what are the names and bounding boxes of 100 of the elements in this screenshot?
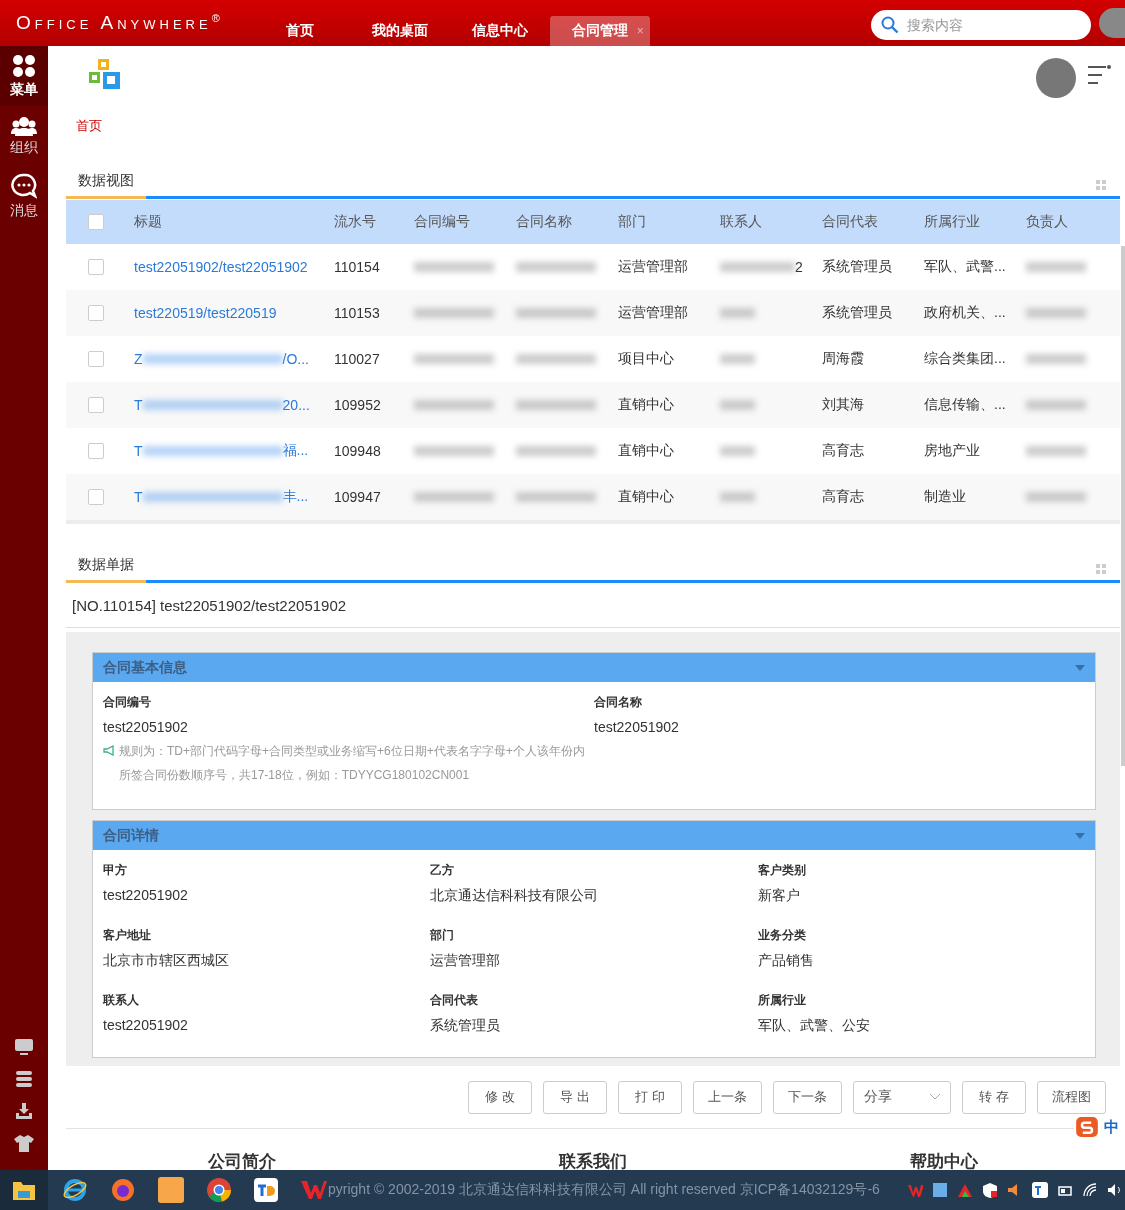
sidebar-item[interactable]: 消息 [0,166,48,226]
app-icon[interactable] [254,1178,278,1202]
scrollbar[interactable] [1121,246,1125,766]
footer-link[interactable]: 公司简介 [66,1149,418,1170]
blurred-text [720,492,755,502]
avatar [1099,8,1125,38]
shield-tray-icon[interactable] [982,1182,998,1198]
megaphone-icon [103,745,115,756]
share-dropdown[interactable]: 分享 [853,1080,951,1114]
footer-link[interactable]: 联系我们 [417,1149,769,1170]
shirt-icon[interactable] [14,1134,34,1152]
browser-icon[interactable] [62,1177,88,1203]
checkbox[interactable] [88,489,104,505]
nav-tab[interactable]: 合同管理 × [549,16,650,46]
industry-text: 军队、武警... [924,258,1007,276]
column-header[interactable]: 合同名称 [516,213,618,231]
title-link[interactable]: test22051902/test22051902 [134,259,308,275]
people-icon [11,115,37,136]
checkbox[interactable] [88,351,104,367]
action-button[interactable]: 下一条 [773,1080,842,1114]
office-app-icon[interactable] [300,1179,328,1201]
checkbox[interactable] [88,397,104,413]
column-header[interactable]: 所属行业 [924,213,1026,231]
section-title: 数据视图 [78,172,134,190]
field-value: 军队、武警、公安 [757,1017,871,1035]
serial-number: 110154 [334,259,381,275]
nav-tab[interactable]: 我的桌面 [349,16,450,46]
checkbox[interactable] [88,305,104,321]
representative-text: 系统管理员 [822,304,893,322]
action-button[interactable]: 打 印 [618,1080,682,1114]
wps-tray-icon[interactable] [907,1182,923,1198]
industry-text: 政府机关、... [924,304,1007,322]
title-link-start[interactable]: Z [134,351,143,367]
field-label: 部门 [430,927,456,944]
triangle-tray-icon[interactable] [957,1182,973,1198]
title-link-end[interactable]: 丰... [282,488,309,506]
section-title: 数据单据 [78,556,134,574]
checkbox[interactable] [88,259,104,275]
column-header[interactable]: 流水号 [334,213,414,231]
stack-icon[interactable] [15,1070,33,1088]
download-icon[interactable] [15,1102,33,1120]
checkbox[interactable] [88,214,104,230]
checkbox[interactable] [88,443,104,459]
footer-link[interactable]: 帮助中心 [768,1149,1120,1170]
field-value: test22051902 [594,719,680,735]
column-header[interactable]: 合同代表 [822,213,924,231]
department-text: 直销中心 [618,488,675,506]
chat-icon [11,172,37,199]
blurred-text [1026,446,1086,456]
field-value: test22051902 [103,1017,189,1033]
folder-icon[interactable] [12,1179,36,1201]
sidebar-item[interactable]: 组织 [0,106,48,166]
avatar[interactable] [1036,58,1076,98]
industry-text: 综合类集团... [924,350,1007,368]
field-value: 运营管理部 [430,952,502,970]
field-label: 合同编号 [103,694,152,711]
column-header[interactable]: 联系人 [720,213,822,231]
title-link-start[interactable]: T [134,397,143,413]
column-header[interactable]: 合同编号 [414,213,516,231]
department-text: 直销中心 [618,396,675,414]
nav-tab[interactable]: 信息中心 [449,16,550,46]
action-button[interactable]: 导 出 [543,1080,607,1114]
column-header[interactable]: 标题 [134,213,334,231]
blurred-text [720,308,755,318]
wifi-tray-icon[interactable] [1082,1182,1098,1198]
column-header[interactable]: 负责人 [1026,213,1120,231]
nav-tab[interactable]: 首页 [249,16,350,46]
blurred-text [720,400,755,410]
blurred-text [1026,354,1086,364]
picture-tray-icon[interactable] [932,1182,948,1198]
industry-text: 房地产业 [924,442,981,460]
department-text: 直销中心 [618,442,675,460]
representative-text: 高育志 [822,488,865,506]
breadcrumb-link[interactable]: 首页 [76,117,102,135]
action-button[interactable]: 上一条 [693,1080,762,1114]
search-box[interactable]: 搜索内容 [871,10,1091,40]
title-link[interactable]: test220519/test220519 [134,305,277,321]
blurred-text [1026,262,1086,272]
title-link-start[interactable]: T [134,443,143,459]
monitor-icon[interactable] [14,1038,34,1056]
volume-tray-icon[interactable] [1107,1182,1123,1198]
industry-text: 信息传输、... [924,396,1007,414]
serial-number: 110027 [334,351,381,367]
title-link-start[interactable]: T [134,489,143,505]
title-link-end[interactable]: /O... [282,351,309,367]
td-tray-icon[interactable] [1032,1182,1048,1198]
column-header[interactable]: 部门 [618,213,720,231]
field-label: 所属行业 [757,992,807,1009]
action-button[interactable]: 转 存 [962,1080,1026,1114]
serial-number: 109948 [334,443,382,459]
serial-number: 109947 [334,489,382,505]
action-button[interactable]: 修 改 [468,1080,532,1114]
title-link-end[interactable]: 20... [282,397,310,413]
browser-icon[interactable] [206,1177,232,1203]
title-link-end[interactable]: 福... [282,442,309,460]
menu-icon[interactable] [1086,64,1112,86]
action-button[interactable]: 流程图 [1037,1080,1106,1114]
sidebar-item[interactable]: 菜单 [0,46,48,106]
department-text: 项目中心 [618,350,675,368]
representative-text: 周海霞 [822,350,865,368]
